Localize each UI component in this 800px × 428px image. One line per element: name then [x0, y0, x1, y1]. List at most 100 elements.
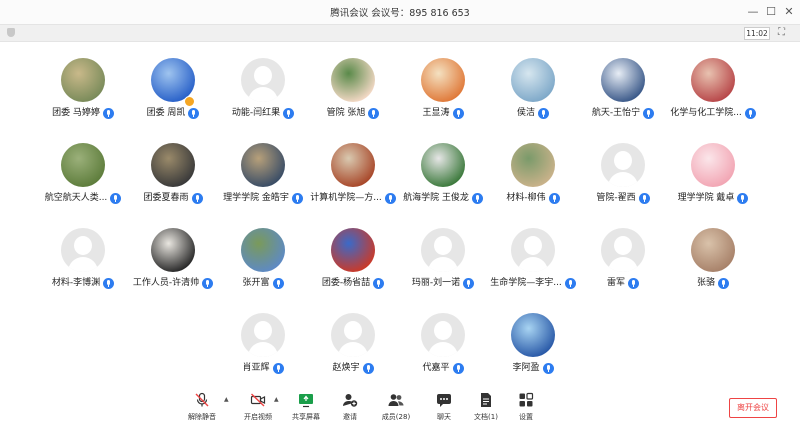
participant-name-line: 动能-闫红果 — [218, 106, 308, 120]
meeting-timer: 11:02 — [744, 27, 770, 40]
participant-tile[interactable]: 张开富 — [218, 228, 308, 306]
mic-icon — [538, 107, 549, 119]
invite-button[interactable]: 邀请 — [330, 390, 370, 426]
participant-tile[interactable]: 化学与化工学院... — [668, 58, 758, 136]
participant-name: 肖亚辉 — [242, 363, 270, 373]
mic-icon — [542, 362, 554, 374]
participant-tile[interactable]: 动能-闫红果 — [218, 58, 308, 136]
participant-tile[interactable]: 材料-李博渊 — [38, 228, 128, 306]
participant-name-line: 理学学院 金皓宇 — [218, 191, 308, 205]
document-icon — [478, 392, 494, 408]
avatar — [601, 143, 645, 187]
default-avatar-icon — [254, 321, 272, 340]
participant-name: 李阿盈 — [512, 363, 540, 373]
default-avatar-body — [428, 257, 458, 272]
settings-button[interactable]: 设置 — [506, 390, 546, 426]
participant-name-line: 计算机学院—方... — [308, 191, 398, 205]
avatar — [421, 143, 465, 187]
participant-tile[interactable]: 航海学院 王俊龙 — [398, 143, 488, 221]
participant-tile[interactable]: 管院-翟西 — [578, 143, 668, 221]
mic-icon — [628, 277, 639, 289]
participant-tile[interactable]: 团委夏春雨 — [128, 143, 218, 221]
participant-name-line: 材料-柳伟 — [488, 191, 578, 205]
chat-button[interactable]: 聊天 — [424, 390, 464, 426]
participant-tile[interactable]: 团委 周凯 — [128, 58, 218, 136]
avatar — [421, 228, 465, 272]
participant-name-line: 工作人员-许清帅 — [128, 276, 218, 290]
share-screen-icon — [298, 392, 314, 408]
window-title: 腾讯会议 会议号：895 816 653 — [330, 8, 470, 19]
avatar — [61, 228, 105, 272]
participant-name: 团委-杨省喆 — [321, 278, 371, 288]
mic-icon — [384, 192, 396, 204]
unmute-button[interactable]: 解除静音 — [182, 390, 222, 426]
participant-tile[interactable]: 理学学院 戴卓 — [668, 143, 758, 221]
dropdown-caret-icon[interactable]: ▲ — [274, 396, 279, 403]
participant-tile[interactable]: 计算机学院—方... — [308, 143, 398, 221]
participant-name: 雷军 — [606, 278, 625, 288]
participant-tile[interactable]: 张骆 — [668, 228, 758, 306]
participant-name-line: 张开富 — [218, 276, 308, 290]
participant-tile[interactable]: 王显涛 — [398, 58, 488, 136]
bottom-toolbar: 解除静音 开启视频 共享屏幕 邀请 成员(28) 聊天 文档(1) 设置 ▲ ▲ — [0, 388, 800, 428]
participant-name: 管院 张旭 — [326, 108, 366, 118]
participant-name-line: 侯洁 — [488, 106, 578, 120]
participant-name-line: 航天-王怡宁 — [578, 106, 668, 120]
avatar — [241, 58, 285, 102]
participant-tile[interactable]: 雷军 — [578, 228, 668, 306]
participant-name-line: 雷军 — [578, 276, 668, 290]
participant-tile[interactable]: 管院 张旭 — [308, 58, 398, 136]
avatar — [511, 228, 555, 272]
start-video-button[interactable]: 开启视频 — [238, 390, 278, 426]
participant-name: 代嘉平 — [422, 363, 450, 373]
members-icon — [388, 392, 404, 408]
avatar — [511, 58, 555, 102]
participant-tile[interactable]: 李阿盈 — [488, 313, 578, 391]
leave-meeting-button[interactable]: 离开会议 — [729, 398, 777, 418]
participant-grid: 团委 马婷婷 团委 周凯 动能-闫红果 管院 张旭 王显涛 侯洁 航天-王怡宁 化学与化工学院… — [0, 40, 800, 380]
members-button[interactable]: 成员(28) — [376, 390, 416, 426]
participant-tile[interactable]: 生命学院—李宇... — [488, 228, 578, 306]
participant-name-line: 代嘉平 — [398, 361, 488, 375]
avatar — [511, 313, 555, 357]
default-avatar-body — [68, 257, 98, 272]
share-screen-button[interactable]: 共享屏幕 — [286, 390, 326, 426]
dropdown-caret-icon[interactable]: ▲ — [224, 396, 229, 403]
mic-icon — [564, 277, 576, 289]
participant-name: 管院-翟西 — [596, 193, 636, 203]
participant-tile[interactable]: 赵焕宇 — [308, 313, 398, 391]
participant-tile[interactable]: 侯洁 — [488, 58, 578, 136]
participant-name: 生命学院—李宇... — [490, 278, 562, 288]
participant-name: 侯洁 — [516, 108, 535, 118]
participant-tile[interactable]: 材料-柳伟 — [488, 143, 578, 221]
participant-name: 赵焕宇 — [332, 363, 360, 373]
participant-tile[interactable]: 团委-杨省喆 — [308, 228, 398, 306]
participant-name-line: 化学与化工学院... — [668, 106, 758, 120]
maximize-button[interactable]: ☐ — [762, 3, 780, 21]
participant-tile[interactable]: 工作人员-许清帅 — [128, 228, 218, 306]
participant-tile[interactable]: 玛丽-刘一诺 — [398, 228, 488, 306]
avatar — [331, 313, 375, 357]
fullscreen-icon[interactable]: ⛶ — [778, 27, 785, 39]
participant-name-line: 张骆 — [668, 276, 758, 290]
default-avatar-icon — [524, 236, 542, 255]
participant-name: 理学学院 戴卓 — [677, 193, 735, 203]
avatar — [691, 143, 735, 187]
avatar — [601, 228, 645, 272]
shield-icon[interactable] — [7, 28, 15, 37]
participant-tile[interactable]: 航天-王怡宁 — [578, 58, 668, 136]
close-button[interactable]: ✕ — [780, 3, 798, 21]
default-avatar-icon — [254, 66, 272, 85]
avatar — [151, 143, 195, 187]
participant-tile[interactable]: 代嘉平 — [398, 313, 488, 391]
participant-tile[interactable]: 航空航天人类... — [38, 143, 128, 221]
participant-tile[interactable]: 理学学院 金皓宇 — [218, 143, 308, 221]
participant-tile[interactable]: 肖亚辉 — [218, 313, 308, 391]
mic-icon — [188, 107, 200, 119]
participant-name-line: 李阿盈 — [488, 361, 578, 375]
add-person-icon — [342, 392, 358, 408]
participant-name-line: 赵焕宇 — [308, 361, 398, 375]
minimize-button[interactable]: — — [744, 3, 762, 21]
participant-tile[interactable]: 团委 马婷婷 — [38, 58, 128, 136]
mic-icon — [744, 107, 756, 119]
